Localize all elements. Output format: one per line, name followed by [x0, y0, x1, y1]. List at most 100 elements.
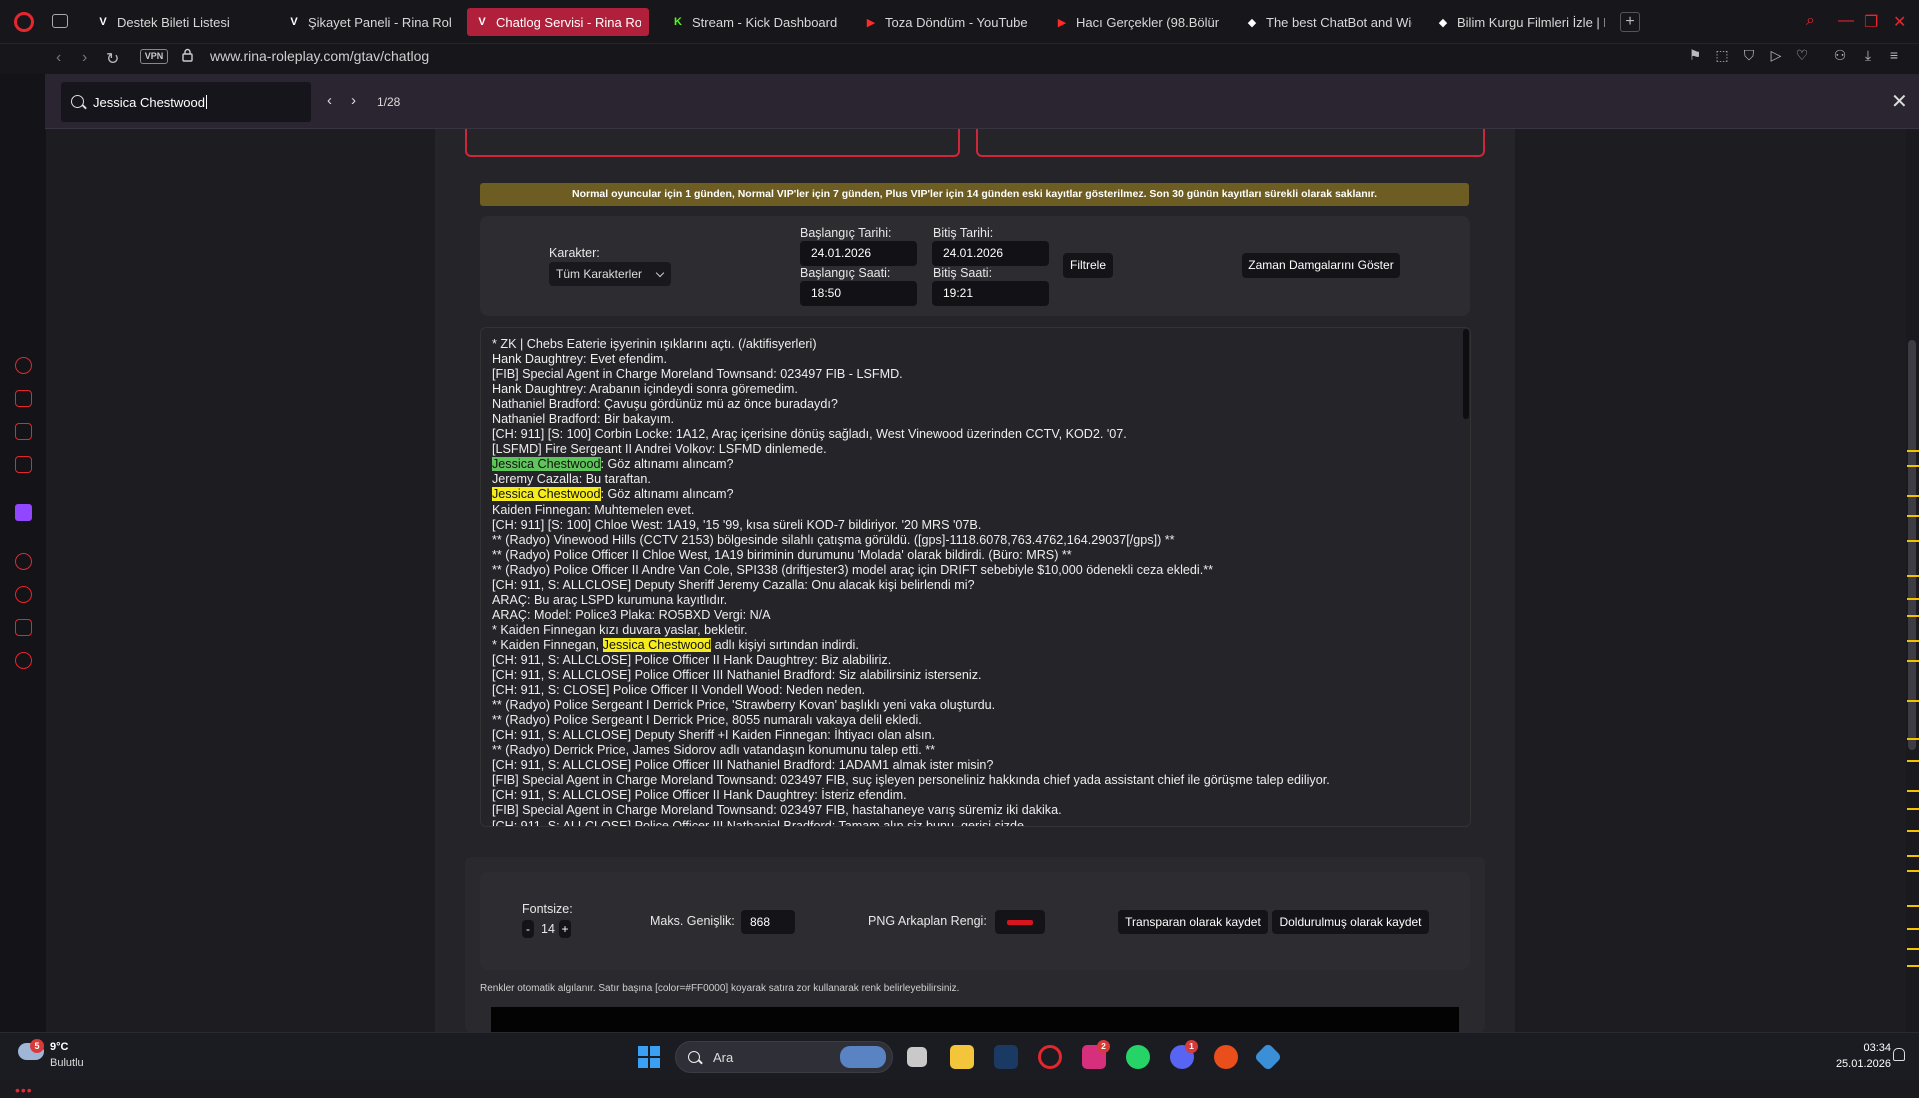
filter-button[interactable]: Filtrele — [1063, 253, 1113, 278]
close-window-icon[interactable]: ✕ — [1893, 12, 1906, 32]
twitch-icon[interactable] — [15, 504, 32, 521]
chatlog-line: [CH: 911] [S: 100] Chloe West: 1A19, '15… — [492, 518, 1452, 533]
restore-icon[interactable]: ❐ — [1864, 12, 1878, 32]
start-time-input[interactable]: 18:50 — [800, 281, 917, 306]
tab[interactable]: ▶ Toza Döndüm - YouTube — [856, 8, 1039, 36]
find-input[interactable]: Jessica Chestwood — [61, 82, 311, 122]
more-icon[interactable]: ••• — [15, 1082, 33, 1098]
chatlog-line: [FIB] Special Agent in Charge Moreland T… — [492, 803, 1452, 818]
windows-start-icon[interactable] — [638, 1046, 660, 1068]
tab-favicon-icon: K — [674, 16, 682, 28]
gx-control-icon[interactable] — [15, 357, 32, 374]
tab[interactable]: K Stream - Kick Dashboard — [663, 8, 848, 36]
find-match-marker — [1907, 598, 1919, 600]
save-filled-button[interactable]: Doldurulmuş olarak kaydet — [1272, 910, 1429, 934]
chatlog-line: ** (Radyo) Derrick Price, James Sidorov … — [492, 743, 1452, 758]
tab[interactable]: V Şikayet Paneli - Rina Rolep — [279, 8, 459, 36]
find-close-icon[interactable]: ✕ — [1891, 89, 1908, 114]
task-view-icon[interactable] — [907, 1047, 927, 1067]
clock-time[interactable]: 03:34 — [1841, 1042, 1891, 1054]
clock-date[interactable]: 25.01.2026 — [1822, 1058, 1891, 1070]
player-icon[interactable]: ▷ — [1768, 47, 1784, 63]
chatlog-text: [CH: 911, S: ALLCLOSE] Police Officer II… — [492, 652, 892, 667]
forward-icon[interactable]: › — [82, 49, 87, 67]
chatlog-line: [CH: 911] [S: 100] Corbin Locke: 1A12, A… — [492, 427, 1452, 442]
chatlog-line: Hank Daughtrey: Evet efendim. — [492, 352, 1452, 367]
url-field[interactable]: www.rina-roleplay.com/gtav/chatlog — [210, 48, 429, 64]
chatlog-line: [CH: 911, S: ALLCLOSE] Police Officer II… — [492, 788, 1452, 803]
minimize-icon[interactable]: — — [1838, 12, 1854, 30]
fontsize-increase-button[interactable]: + — [559, 920, 571, 938]
tab[interactable]: V Chatlog Servisi - Rina Role — [467, 8, 649, 36]
tab-label: Destek Bileti Listesi — [117, 14, 230, 30]
find-match-marker — [1907, 948, 1919, 950]
settings-icon[interactable] — [15, 652, 32, 669]
fontsize-decrease-button[interactable]: - — [522, 920, 534, 938]
steam-icon[interactable] — [994, 1045, 1018, 1069]
vpn-badge[interactable]: VPN — [140, 49, 168, 64]
find-prev-icon[interactable]: ‹ — [327, 92, 332, 109]
instagram-badge: 2 — [1097, 1040, 1110, 1053]
bookmark-icon[interactable]: ⚑ — [1687, 47, 1703, 63]
end-time-input[interactable]: 19:21 — [932, 281, 1049, 306]
notification-bell-icon[interactable] — [1893, 1048, 1905, 1061]
chatlog-line: Hank Daughtrey: Arabanın içindeydi sonra… — [492, 382, 1452, 397]
tab-label: Hacı Gerçekler (98.Bölüm) — [1076, 14, 1219, 30]
chatlog-scrollbar[interactable] — [1463, 329, 1469, 419]
tab-overview-icon[interactable] — [52, 14, 68, 28]
page-scrollbar-thumb[interactable] — [1908, 340, 1916, 750]
chatlog-text: ARAÇ: Model: Police3 Plaka: RO5BXD Vergi… — [492, 607, 771, 622]
chatlog-box[interactable]: * ZK | Chebs Eaterie işyerinin ışıkların… — [480, 327, 1471, 827]
history-icon[interactable] — [15, 586, 32, 603]
favorite-icon[interactable]: ♡ — [1794, 47, 1810, 63]
adblock-icon[interactable]: ⛉ — [1741, 47, 1757, 63]
chatlog-line: * ZK | Chebs Eaterie işyerinin ışıkların… — [492, 337, 1452, 352]
tab[interactable]: ◆ The best ChatBot and Wid — [1237, 8, 1420, 36]
start-date-input[interactable]: 24.01.2026 — [800, 241, 917, 266]
opera-menu-icon[interactable] — [14, 12, 34, 32]
gx-corner-icon[interactable] — [15, 390, 32, 407]
tab[interactable]: ◆ Bilim Kurgu Filmleri İzle | H — [1428, 8, 1613, 36]
back-icon[interactable]: ‹ — [56, 49, 61, 67]
tab-favicon-icon: ◆ — [1247, 16, 1257, 29]
player-sidebar-icon[interactable] — [15, 553, 32, 570]
chatlog-line: ARAÇ: Model: Police3 Plaka: RO5BXD Vergi… — [492, 608, 1452, 623]
snapshot-icon[interactable]: ⬚ — [1714, 47, 1730, 63]
account-icon[interactable]: ⚇ — [1832, 47, 1848, 63]
png-bg-color-picker[interactable] — [995, 910, 1045, 934]
gx-cleaner-icon[interactable] — [15, 423, 32, 440]
opera-gx-icon[interactable] — [1038, 1045, 1062, 1069]
tab[interactable]: ▶ Hacı Gerçekler (98.Bölüm) — [1047, 8, 1227, 36]
extensions-icon[interactable] — [15, 619, 32, 636]
find-match-marker — [1907, 760, 1919, 762]
tab[interactable]: V Destek Bileti Listesi — [88, 8, 268, 36]
weather-condition: Bulutlu — [50, 1057, 84, 1069]
downloads-icon[interactable]: ⤓ — [1860, 47, 1876, 63]
reload-icon[interactable]: ↻ — [106, 49, 119, 69]
character-select[interactable]: Tüm Karakterler — [549, 262, 671, 286]
taskbar-search[interactable]: Ara — [675, 1041, 893, 1073]
match-highlight: Jessica Chestwood — [492, 487, 601, 502]
save-transparent-button[interactable]: Transparan olarak kaydet — [1118, 910, 1268, 934]
new-tab-button[interactable]: + — [1620, 12, 1640, 32]
chatlog-text: adlı kişiyi sırtından indirdi. — [711, 637, 859, 652]
file-explorer-icon[interactable] — [950, 1045, 974, 1069]
chatlog-line: Nathaniel Bradford: Çavuşu gördünüz mü a… — [492, 397, 1452, 412]
search-tabs-icon[interactable]: ⌕ — [1806, 12, 1815, 30]
chatlog-text: * Kaiden Finnegan, — [492, 637, 603, 652]
chrome-icon[interactable] — [1214, 1045, 1238, 1069]
chatlog-text: ** (Radyo) Derrick Price, James Sidorov … — [492, 743, 936, 758]
easy-setup-icon[interactable]: ≡ — [1886, 47, 1902, 63]
messenger-icon[interactable] — [15, 456, 32, 473]
max-width-input[interactable]: 868 — [741, 910, 795, 934]
find-next-icon[interactable]: › — [351, 92, 356, 109]
whatsapp-icon[interactable] — [1126, 1045, 1150, 1069]
top-panel-left — [465, 129, 960, 157]
end-date-label: Bitiş Tarihi: — [933, 226, 994, 240]
chatlog-line: [FIB] Special Agent in Charge Moreland T… — [492, 773, 1452, 788]
chatlog-text: ** (Radyo) Police Officer II Chloe West,… — [492, 547, 1072, 562]
show-timestamps-button[interactable]: Zaman Damgalarını Göster — [1242, 253, 1400, 278]
chatlog-text: ** (Radyo) Vinewood Hills (CCTV 2153) bö… — [492, 532, 1175, 547]
weather-badge: 5 — [30, 1039, 44, 1053]
end-date-input[interactable]: 24.01.2026 — [932, 241, 1049, 266]
